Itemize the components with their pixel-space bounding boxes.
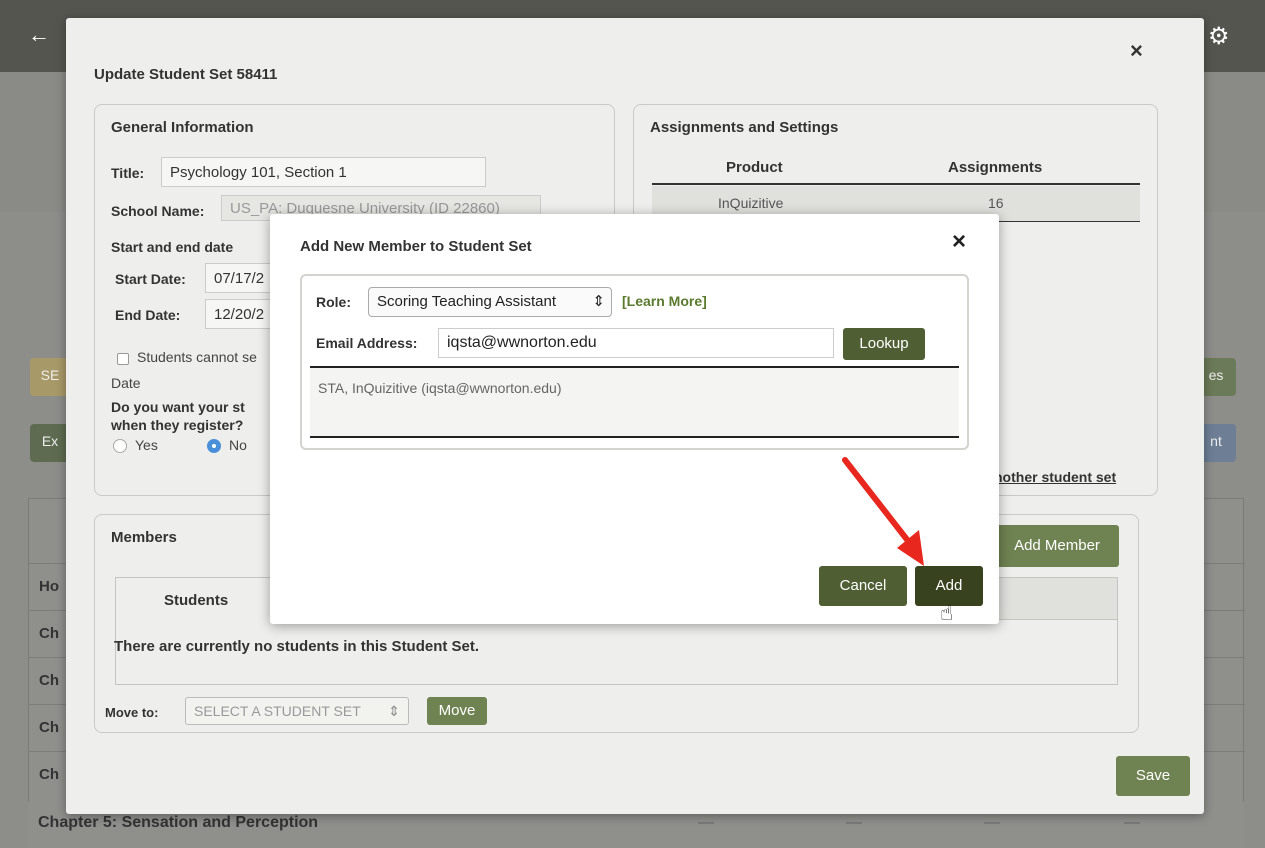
start-date-input[interactable]: 07/17/2 — [205, 263, 275, 293]
settings-gear-icon[interactable]: ⚙ — [1208, 22, 1230, 51]
dialog-title: Add New Member to Student Set — [300, 238, 532, 255]
back-arrow-icon[interactable]: ← — [28, 22, 50, 48]
panel-heading: General Information — [111, 119, 254, 136]
add-member-button[interactable]: Add Member — [995, 525, 1119, 567]
save-button[interactable]: Save — [1116, 756, 1190, 796]
move-select-value: SELECT A STUDENT SET — [194, 703, 361, 719]
copy-student-set-link[interactable]: nother student set — [994, 469, 1116, 485]
product-cell: InQuizitive — [718, 195, 784, 211]
modal-title: Update Student Set 58411 — [94, 66, 278, 83]
panel-heading: Assignments and Settings — [650, 119, 839, 136]
register-question: Do you want your st — [111, 399, 245, 415]
role-select[interactable]: Scoring Teaching Assistant ⇕ — [368, 287, 612, 317]
learn-more-link[interactable]: [Learn More] — [622, 293, 707, 309]
select-arrows-icon: ⇕ — [592, 293, 605, 310]
hand-cursor-icon: ☝ — [940, 600, 954, 625]
table-divider — [652, 183, 1140, 185]
end-date-input[interactable]: 12/20/2 — [205, 299, 275, 329]
add-member-dialog: Add New Member to Student Set × Role: Sc… — [270, 214, 999, 624]
tab-label: Students — [164, 592, 229, 609]
cancel-button[interactable]: Cancel — [819, 566, 907, 606]
start-date-label: Start Date: — [115, 271, 186, 287]
assignments-cell: 16 — [988, 195, 1004, 211]
title-label: Title: — [111, 165, 145, 181]
checkbox-label: Students cannot se — [137, 349, 257, 365]
checkbox-label-continued: Date — [111, 375, 141, 391]
column-header-assignments: Assignments — [948, 159, 1043, 176]
close-icon[interactable]: × — [1130, 38, 1143, 64]
students-cannot-checkbox[interactable] — [117, 353, 129, 365]
move-to-select[interactable]: SELECT A STUDENT SET ⇕ — [185, 697, 409, 725]
role-label: Role: — [316, 294, 351, 310]
bg-tag-se: SE — [30, 358, 70, 396]
email-address-label: Email Address: — [316, 335, 418, 351]
email-input[interactable]: iqsta@wwnorton.edu — [438, 328, 834, 358]
end-date-label: End Date: — [115, 307, 181, 323]
empty-students-message: There are currently no students in this … — [114, 638, 480, 655]
dates-heading: Start and end date — [111, 239, 234, 255]
school-name-label: School Name: — [111, 203, 205, 219]
move-button[interactable]: Move — [427, 697, 487, 725]
select-arrows-icon: ⇕ — [388, 703, 400, 719]
radio-no[interactable] — [207, 439, 221, 453]
close-icon[interactable]: × — [952, 228, 966, 256]
tab-students[interactable]: Students — [116, 578, 276, 621]
title-input[interactable]: Psychology 101, Section 1 — [161, 157, 486, 187]
register-question-line2: when they register? — [111, 417, 244, 433]
bg-tag-ex[interactable]: Ex — [30, 424, 70, 462]
lookup-result[interactable]: STA, InQuizitive (iqsta@wwnorton.edu) — [310, 366, 959, 438]
member-form-panel: Role: Scoring Teaching Assistant ⇕ [Lear… — [300, 274, 969, 450]
radio-yes[interactable] — [113, 439, 127, 453]
radio-yes-label: Yes — [135, 437, 158, 453]
column-header-product: Product — [726, 159, 783, 176]
lookup-result-text: STA, InQuizitive (iqsta@wwnorton.edu) — [318, 380, 562, 396]
role-value: Scoring Teaching Assistant — [377, 293, 556, 310]
lookup-button[interactable]: Lookup — [843, 328, 925, 360]
move-to-label: Move to: — [105, 705, 159, 720]
panel-heading: Members — [111, 529, 177, 546]
radio-no-label: No — [229, 437, 247, 453]
